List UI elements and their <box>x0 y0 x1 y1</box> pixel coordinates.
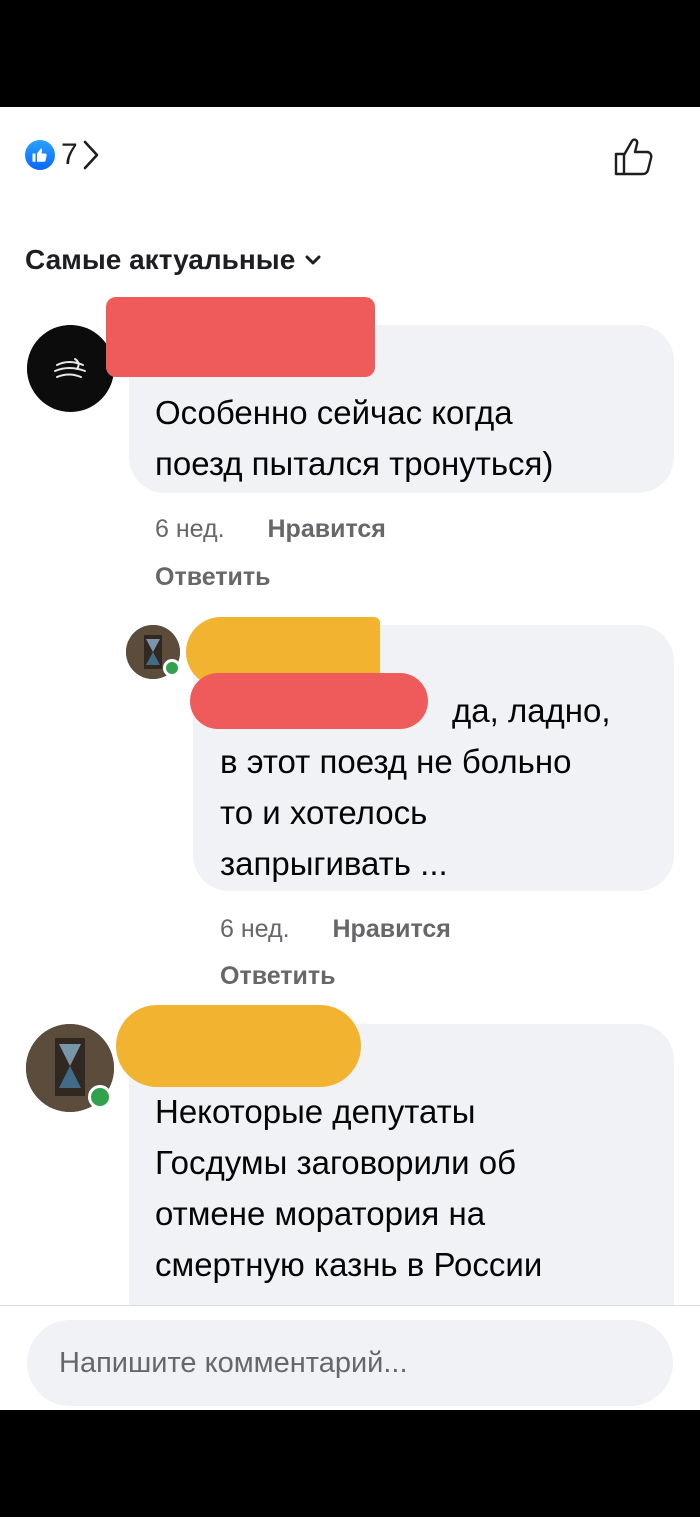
comment-3-author-redaction <box>116 1005 361 1087</box>
comment-input[interactable] <box>57 1345 673 1381</box>
comment-1-author-redaction <box>106 297 375 377</box>
comment-1-time: 6 нед. <box>155 515 225 543</box>
sort-label: Самые актуальные <box>25 244 296 275</box>
comment-1-text: Особенно сейчас когда поезд пытался трон… <box>155 394 554 482</box>
comment-2-reply-link[interactable]: Ответить <box>220 962 336 991</box>
sort-selector[interactable]: Самые актуальные <box>25 244 321 276</box>
reactions-summary[interactable]: 7 <box>25 137 100 173</box>
comment-2-text: да, ладно, в этот поезд не больно то и х… <box>220 692 611 882</box>
comment-3-online-dot <box>88 1085 112 1109</box>
comment-composer[interactable] <box>27 1320 673 1406</box>
chevron-down-icon <box>305 255 321 265</box>
thumbs-up-outline-icon[interactable] <box>610 133 658 181</box>
comment-1-avatar[interactable] <box>27 325 114 412</box>
comment-3-text: Некоторые депутаты Госдумы заговорили об… <box>155 1093 543 1334</box>
composer-divider <box>0 1305 700 1306</box>
comment-2-like-link[interactable]: Нравится <box>333 915 451 943</box>
like-badge-icon <box>25 140 55 170</box>
comment-1-reply-link[interactable]: Ответить <box>155 563 271 592</box>
comment-1-like-link[interactable]: Нравится <box>268 515 386 543</box>
comments-screen: 7 Самые актуальные Особенно сейчас когда… <box>0 107 700 1410</box>
comment-1-meta: 6 нед. Нравится <box>155 515 422 544</box>
comment-2-meta: 6 нед. Нравится <box>220 915 487 944</box>
comment-2-time: 6 нед. <box>220 915 290 943</box>
chevron-right-icon <box>83 140 98 170</box>
reaction-count: 7 <box>61 138 78 171</box>
comment-2-online-dot <box>163 659 181 677</box>
